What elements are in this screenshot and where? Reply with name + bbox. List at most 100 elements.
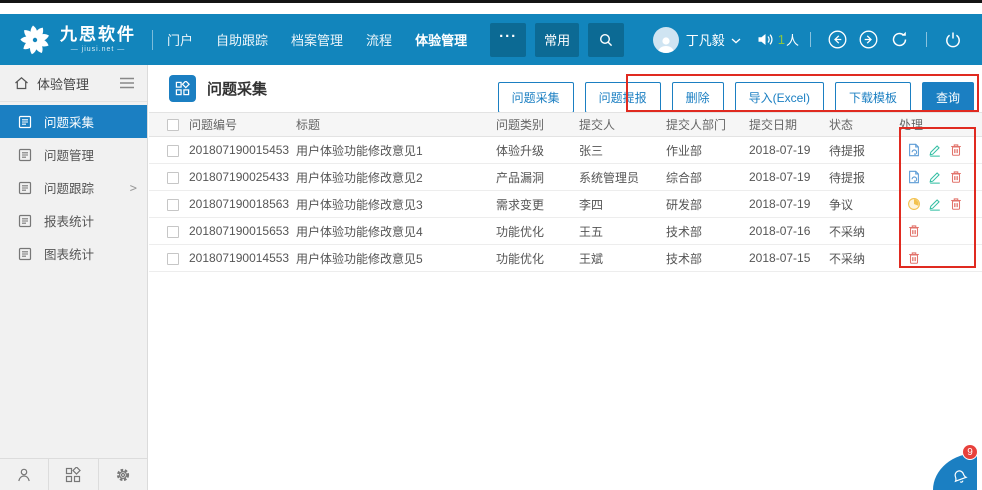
- user-name[interactable]: 丁凡毅: [686, 30, 725, 49]
- contacts-button[interactable]: [0, 459, 49, 490]
- issues-table-wrap: 问题编号 标题 问题类别 提交人 提交人部门 提交日期 状态 处理 201807…: [149, 112, 982, 272]
- sidebar-title: 体验管理: [37, 74, 89, 93]
- edit-icon[interactable]: [928, 170, 942, 184]
- toolbar-button-3[interactable]: 导入(Excel): [735, 82, 824, 113]
- nav-item-1[interactable]: 自助跟踪: [216, 30, 268, 49]
- window-top-border: [0, 0, 982, 3]
- delete-icon[interactable]: [907, 251, 921, 265]
- toolbar-button-5[interactable]: 查询: [922, 82, 974, 113]
- cell-date: 2018-07-15: [749, 245, 829, 272]
- chevron-right-icon: >: [130, 181, 137, 195]
- col-header-date: 提交日期: [749, 113, 829, 137]
- online-users[interactable]: 1 人: [757, 30, 799, 49]
- toolbar-button-2[interactable]: 删除: [672, 82, 724, 113]
- col-header-id: 问题编号: [189, 113, 296, 137]
- cell-department: 技术部: [666, 218, 749, 245]
- jiusi-swirl-logo-icon: [18, 23, 52, 57]
- cell-date: 2018-07-19: [749, 164, 829, 191]
- table-row: 201807190015653用户体验功能修改意见4功能优化王五技术部2018-…: [149, 218, 982, 245]
- sidebar-item-3[interactable]: 报表统计: [0, 204, 147, 237]
- cell-title[interactable]: 用户体验功能修改意见3: [296, 191, 496, 218]
- delete-icon[interactable]: [949, 170, 963, 184]
- col-header-actions: 处理: [899, 113, 982, 137]
- cell-title[interactable]: 用户体验功能修改意见5: [296, 245, 496, 272]
- row-checkbox[interactable]: [167, 199, 179, 211]
- home-icon[interactable]: [14, 76, 29, 90]
- cell-department: 研发部: [666, 191, 749, 218]
- delete-icon[interactable]: [907, 224, 921, 238]
- back-button[interactable]: [828, 30, 847, 49]
- cell-title[interactable]: 用户体验功能修改意见2: [296, 164, 496, 191]
- sidebar-item-4[interactable]: 图表统计: [0, 237, 147, 270]
- cell-actions: [899, 218, 982, 245]
- online-unit: 人: [786, 30, 799, 49]
- col-header-category: 问题类别: [496, 113, 579, 137]
- sidebar-footer: [0, 458, 147, 490]
- forward-button[interactable]: [859, 30, 878, 49]
- select-all-checkbox[interactable]: [167, 119, 179, 131]
- apps-button[interactable]: [49, 459, 98, 490]
- cell-id: 201807190018563: [189, 191, 296, 218]
- cell-date: 2018-07-19: [749, 191, 829, 218]
- toolbar-button-1[interactable]: 问题提报: [585, 82, 661, 113]
- nav-item-3[interactable]: 流程: [366, 30, 392, 49]
- search-icon: [598, 32, 614, 48]
- document-icon: [18, 247, 32, 261]
- app-window: 九思软件 — jiusi.net — 门户自助跟踪档案管理流程体验管理 ··· …: [0, 0, 982, 490]
- table-row: 201807190018563用户体验功能修改意见3需求变更李四研发部2018-…: [149, 191, 982, 218]
- report-icon[interactable]: [907, 170, 921, 184]
- search-button[interactable]: [588, 23, 624, 57]
- sidebar-item-label: 图表统计: [44, 244, 94, 263]
- sidebar: 体验管理 问题采集问题管理问题跟踪>报表统计图表统计: [0, 65, 148, 490]
- cell-actions: [899, 164, 982, 191]
- table-row: 201807190015453用户体验功能修改意见1体验升级张三作业部2018-…: [149, 137, 982, 164]
- nav-item-0[interactable]: 门户: [167, 30, 193, 49]
- pending-icon[interactable]: [907, 197, 921, 211]
- edit-icon[interactable]: [928, 143, 942, 157]
- chevron-down-icon[interactable]: [731, 38, 741, 44]
- nav-item-4[interactable]: 体验管理: [415, 30, 467, 49]
- row-checkbox[interactable]: [167, 253, 179, 265]
- cell-department: 作业部: [666, 137, 749, 164]
- cell-title[interactable]: 用户体验功能修改意见1: [296, 137, 496, 164]
- user-cluster: 丁凡毅 1 人: [653, 27, 968, 53]
- user-avatar[interactable]: [653, 27, 679, 53]
- report-icon[interactable]: [907, 143, 921, 157]
- cell-date: 2018-07-16: [749, 218, 829, 245]
- hamburger-icon[interactable]: [119, 77, 135, 89]
- refresh-button[interactable]: [890, 30, 909, 49]
- cell-status: 待提报: [829, 137, 899, 164]
- cell-status: 争议: [829, 191, 899, 218]
- cell-actions: [899, 137, 982, 164]
- power-button[interactable]: [944, 31, 962, 49]
- edit-icon[interactable]: [928, 197, 942, 211]
- sidebar-item-1[interactable]: 问题管理: [0, 138, 147, 171]
- quick-access-button[interactable]: 常用: [535, 23, 579, 57]
- document-icon: [18, 148, 32, 162]
- page-header: 问题采集: [169, 75, 267, 102]
- delete-icon[interactable]: [949, 143, 963, 157]
- toolbar-button-4[interactable]: 下载模板: [835, 82, 911, 113]
- cell-category: 体验升级: [496, 137, 579, 164]
- document-icon: [18, 214, 32, 228]
- toolbar-button-0[interactable]: 问题采集: [498, 82, 574, 113]
- sidebar-item-0[interactable]: 问题采集: [0, 105, 147, 138]
- cell-category: 需求变更: [496, 191, 579, 218]
- row-checkbox[interactable]: [167, 172, 179, 184]
- row-checkbox[interactable]: [167, 226, 179, 238]
- top-navbar: 九思软件 — jiusi.net — 门户自助跟踪档案管理流程体验管理 ··· …: [0, 14, 982, 65]
- settings-button[interactable]: [99, 459, 147, 490]
- more-menu-button[interactable]: ···: [490, 23, 526, 57]
- table-header-row: 问题编号 标题 问题类别 提交人 提交人部门 提交日期 状态 处理: [149, 113, 982, 137]
- nav-item-2[interactable]: 档案管理: [291, 30, 343, 49]
- cell-submitter: 王斌: [579, 245, 666, 272]
- sidebar-item-2[interactable]: 问题跟踪>: [0, 171, 147, 204]
- issues-table: 问题编号 标题 问题类别 提交人 提交人部门 提交日期 状态 处理 201807…: [149, 112, 982, 272]
- cell-id: 201807190015453: [189, 137, 296, 164]
- cell-title[interactable]: 用户体验功能修改意见4: [296, 218, 496, 245]
- row-checkbox[interactable]: [167, 145, 179, 157]
- table-row: 201807190025433用户体验功能修改意见2产品漏洞系统管理员综合部20…: [149, 164, 982, 191]
- sidebar-item-label: 问题采集: [44, 112, 94, 131]
- logo: 九思软件 — jiusi.net —: [18, 23, 136, 57]
- delete-icon[interactable]: [949, 197, 963, 211]
